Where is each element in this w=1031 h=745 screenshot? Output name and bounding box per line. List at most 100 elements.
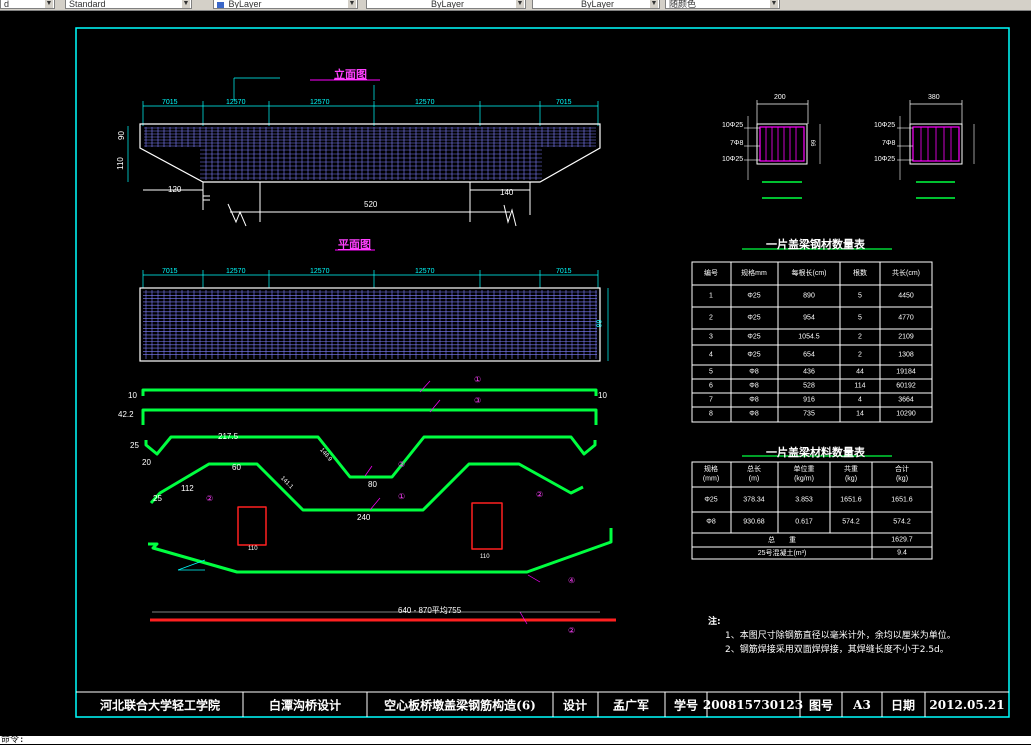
r3-left: 25: [130, 441, 139, 450]
tag-4: ①: [398, 492, 406, 501]
table1-header-cell: 规格mm: [741, 270, 767, 277]
plotstyle-combo-value: 随颜色: [669, 0, 697, 9]
tag-1: ①: [474, 375, 482, 384]
r3-g: 240: [357, 513, 371, 522]
plan-dim-2: 12570: [226, 268, 246, 275]
table1-cell: 436: [803, 368, 815, 376]
elevation-title: 立面图: [334, 68, 367, 81]
color-combo[interactable]: ByLayer ▼: [213, 0, 358, 9]
table2-header-cell: (kg): [895, 475, 909, 483]
r3-c: 60: [232, 463, 241, 472]
table1-cell: 6: [709, 382, 713, 390]
table1-cell: 1: [709, 292, 713, 300]
plan-view[interactable]: [139, 249, 609, 362]
note-1: 1、本图尺寸除钢筋直径以毫米计外，余均以厘米为单位。: [725, 631, 956, 641]
cross-section-left[interactable]: [744, 100, 821, 199]
elev-dim-2: 12570: [226, 99, 246, 106]
school-name: 河北联合大学轻工学院: [99, 698, 221, 713]
table1-cell: 3: [709, 333, 713, 341]
table1-cell: Φ25: [747, 333, 761, 341]
table2-header-cell: 合计: [895, 466, 909, 473]
sec-right-width: 380: [928, 94, 940, 101]
table1-header-cell: 共长(cm): [892, 270, 920, 277]
layer-combo-value: d: [4, 0, 10, 9]
table2-header-cell: 总长: [747, 466, 761, 473]
tag-6: ②: [536, 490, 544, 499]
elev-dim-1: 7015: [162, 99, 178, 106]
table1-cell: 954: [803, 314, 815, 322]
elev-dim-4: 12570: [415, 99, 435, 106]
table1-title: 一片盖梁钢材数量表: [766, 238, 865, 251]
plan-dim-4: 12570: [415, 268, 435, 275]
table1-cell: Φ8: [749, 410, 759, 418]
linetype-combo[interactable]: ByLayer ▼: [366, 0, 526, 9]
student-id-label: 学号: [673, 698, 699, 713]
table2-cell: 378.34: [743, 496, 765, 504]
table1-cell: 19184: [896, 368, 916, 376]
plan-dim-1: 7015: [162, 268, 178, 275]
table2-cell: 0.617: [795, 518, 813, 526]
table2-header-cell: 规格: [704, 466, 718, 473]
plan-dim-3: 12570: [310, 268, 330, 275]
r1-left: 10: [128, 391, 137, 400]
designer-name: 孟广军: [612, 698, 650, 713]
table1-cell: 528: [803, 382, 815, 390]
cross-section-right[interactable]: [897, 100, 975, 199]
table1-cell: 14: [856, 410, 864, 418]
color-combo-value: ByLayer: [228, 0, 262, 9]
tag-5: ②: [206, 494, 214, 503]
command-line[interactable]: 命令:: [0, 736, 1031, 745]
chevron-down-icon[interactable]: ▼: [770, 0, 778, 8]
r3-e: 25: [153, 494, 162, 503]
r3-f: 80: [368, 480, 377, 489]
table2-cell: 574.2: [893, 518, 911, 526]
linetype-combo-value: ByLayer: [430, 0, 465, 9]
course-name: 白潭沟桥设计: [268, 698, 342, 713]
table1-cell: Φ8: [749, 368, 759, 376]
table1-cell: 5: [709, 368, 713, 376]
r5-a: 110: [248, 546, 258, 552]
text-style-combo[interactable]: Standard ▼: [65, 0, 192, 9]
chevron-down-icon[interactable]: ▼: [516, 0, 524, 8]
table1-cell: 8: [709, 410, 713, 418]
color-swatch-icon: [217, 1, 224, 8]
plotstyle-combo[interactable]: 随颜色 ▼: [665, 0, 780, 9]
plan-dim-right: 99: [596, 319, 604, 328]
elev-dim-3: 12570: [310, 99, 330, 106]
table2-cell: 930.68: [743, 518, 765, 526]
elev-dim-5: 7015: [556, 99, 572, 106]
table1-cell: 4: [709, 351, 713, 359]
table2-header-cell: 共重: [844, 466, 858, 473]
tag-8: ②: [568, 626, 576, 635]
plan-dim-5: 7015: [556, 268, 572, 275]
elev-dim-140: 140: [500, 188, 514, 197]
rebar-details[interactable]: [141, 380, 616, 625]
chevron-down-icon[interactable]: ▼: [45, 0, 53, 8]
elev-dim-120: 120: [168, 185, 182, 194]
elev-dim-90: 90: [116, 131, 126, 140]
table1-cell: 4450: [898, 292, 914, 300]
table2-cell: 574.2: [842, 518, 860, 526]
table1-header-cell: 根数: [853, 270, 867, 277]
table1-cell: 7: [709, 396, 713, 404]
plan-title: 平面图: [338, 238, 371, 251]
r3-b: 20: [142, 458, 151, 467]
chevron-down-icon[interactable]: ▼: [182, 0, 190, 8]
table1-header-cell: 每根长(cm): [791, 270, 827, 277]
lineweight-combo[interactable]: ByLayer ▼: [532, 0, 660, 9]
chevron-down-icon[interactable]: ▼: [650, 0, 658, 8]
text-style-value: Standard: [69, 0, 106, 9]
elev-dim-520: 520: [364, 200, 378, 209]
tag-7: ④: [568, 576, 576, 585]
sec-left-mid: 7Φ8: [730, 140, 744, 147]
table1-cell: 1054.5: [798, 333, 820, 341]
table2-cell: Φ8: [706, 518, 716, 526]
tag-2: ③: [474, 396, 482, 405]
date-value: 2012.05.21: [929, 698, 1005, 712]
table1-cell: Φ25: [747, 351, 761, 359]
r2-left: 42.2: [118, 410, 134, 419]
layer-combo[interactable]: d ▼: [0, 0, 55, 9]
chevron-down-icon[interactable]: ▼: [348, 0, 356, 8]
table1-cell: 890: [803, 292, 815, 300]
table1-cell: 2109: [898, 333, 914, 341]
